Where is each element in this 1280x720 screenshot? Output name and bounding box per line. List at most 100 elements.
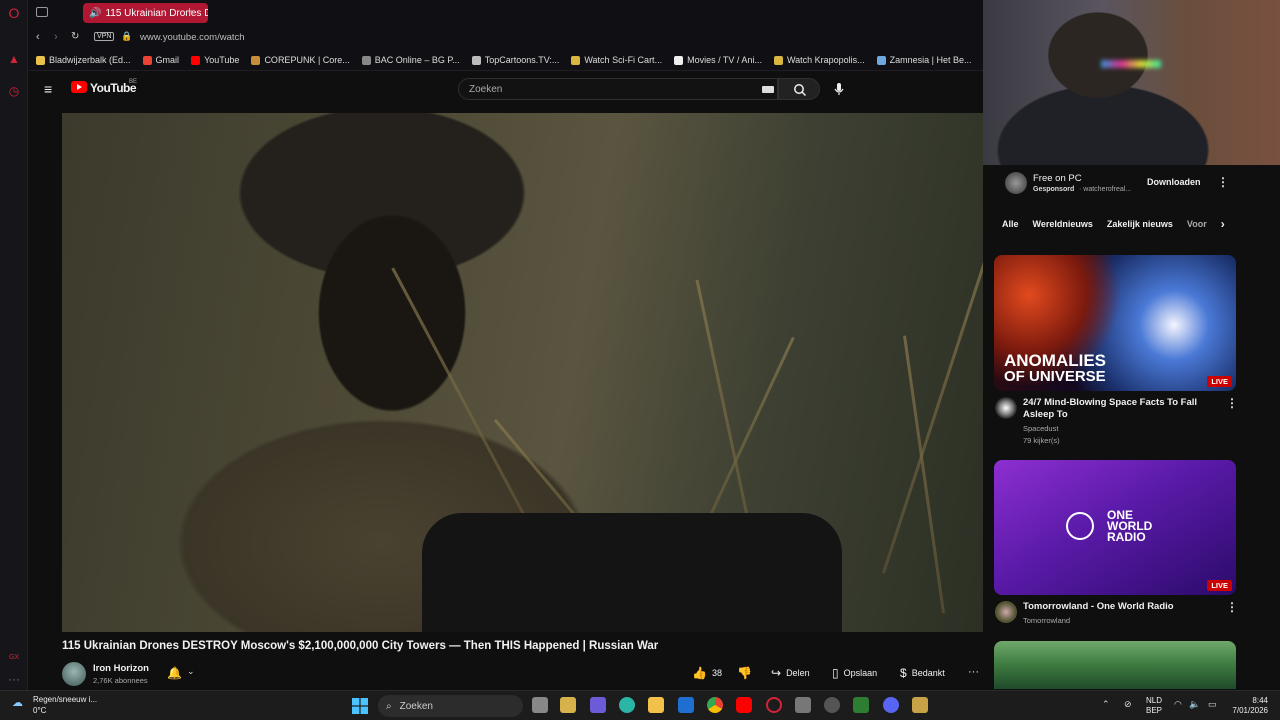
bookmark-item[interactable]: Bladwijzerbalk (Ed...: [36, 55, 131, 65]
share-label: Delen: [786, 668, 810, 678]
lang-2[interactable]: BEP: [1140, 706, 1162, 716]
microphone-icon: [834, 83, 844, 95]
volume-icon[interactable]: 🔈: [1189, 699, 1200, 710]
youtube-header: ≡ YouTube BE Zoeken: [28, 71, 983, 109]
sponsor-menu-icon[interactable]: ⋮: [1217, 175, 1229, 189]
gx-icon[interactable]: GX: [7, 651, 21, 665]
channel-name[interactable]: Spacedust: [1023, 424, 1058, 433]
chevron-right-icon[interactable]: ›: [1221, 217, 1225, 231]
bookmark-item[interactable]: TopCartoons.TV:...: [471, 55, 559, 65]
back-icon[interactable]: ‹: [36, 31, 40, 43]
bookmark-item[interactable]: Gmail: [142, 55, 179, 65]
tray-icon[interactable]: ⊘: [1124, 699, 1132, 710]
bookmark-item[interactable]: Movies / TV / Ani...: [674, 55, 762, 65]
excel-icon[interactable]: [853, 697, 869, 713]
menu-icon[interactable]: ≡: [44, 81, 52, 97]
wifi-icon[interactable]: ◠: [1174, 699, 1182, 710]
live-badge: LIVE: [1207, 580, 1232, 591]
save-button[interactable]: ▯ Opslaan: [832, 666, 877, 680]
chip-alle[interactable]: Alle: [1002, 219, 1019, 229]
like-button[interactable]: 👍 38: [692, 666, 722, 680]
bookmark-item[interactable]: Watch Sci-Fi Cart...: [571, 55, 662, 65]
chevron-down-icon[interactable]: ⌄: [187, 666, 195, 677]
sponsor-avatar: [1005, 172, 1027, 194]
vpn-badge[interactable]: VPN: [94, 32, 115, 41]
aria-icon[interactable]: ▲: [7, 52, 21, 66]
bookmark-item[interactable]: Zamnesia | Het Be...: [876, 55, 972, 65]
chrome-icon[interactable]: [707, 697, 723, 713]
share-icon: ↪: [771, 666, 782, 680]
chip-voor[interactable]: Voor: [1187, 219, 1207, 229]
sponsored-ad[interactable]: Free on PC Gesponsord · watcherofreal...…: [995, 168, 1235, 198]
bell-icon[interactable]: 🔔: [167, 666, 182, 680]
taskbar-search[interactable]: ⌕ Zoeken: [378, 695, 523, 717]
thumbnail-space[interactable]: ANOMALIES OF UNIVERSE LIVE: [994, 255, 1236, 391]
outlook-icon[interactable]: [678, 697, 694, 713]
clock-time[interactable]: 8:44: [1222, 696, 1268, 706]
clock-date[interactable]: 7/01/2026: [1222, 706, 1268, 716]
thumbnail-jungle[interactable]: [994, 641, 1236, 689]
calculator-icon[interactable]: [795, 697, 811, 713]
video-menu-icon[interactable]: ⋮: [1226, 396, 1238, 410]
bookmark-label: Watch Sci-Fi Cart...: [584, 55, 663, 65]
url-field[interactable]: www.youtube.com/watch: [140, 32, 245, 43]
chip-wereldnieuws[interactable]: Wereldnieuws: [1033, 219, 1093, 229]
video-player[interactable]: [62, 113, 983, 632]
store-icon[interactable]: [560, 697, 576, 713]
share-button[interactable]: ↪ Delen: [771, 666, 810, 680]
search-input[interactable]: Zoeken: [458, 78, 778, 100]
channel-avatar[interactable]: [995, 601, 1017, 623]
history-icon[interactable]: ◷: [7, 84, 21, 98]
league-icon[interactable]: [912, 697, 928, 713]
video-title-2[interactable]: Tomorrowland - One World Radio: [1023, 601, 1174, 613]
task-view-icon[interactable]: [532, 697, 548, 713]
tab-menu-icon[interactable]: [36, 7, 48, 17]
video-title-1a[interactable]: 24/7 Mind-Blowing Space Facts To Fall: [1023, 397, 1197, 409]
forward-icon[interactable]: ›: [54, 31, 58, 43]
chevron-up-icon[interactable]: ⌃: [1102, 699, 1110, 710]
sponsor-source: · watcherofreal...: [1079, 186, 1132, 193]
file-explorer-icon[interactable]: [648, 697, 664, 713]
bookmark-label: Bladwijzerbalk (Ed...: [49, 55, 131, 65]
opera-logo-icon[interactable]: O: [7, 6, 21, 20]
filter-chips: Alle Wereldnieuws Zakelijk nieuws Voor ›: [995, 214, 1235, 234]
new-tab-button[interactable]: +: [186, 4, 193, 18]
channel-avatar[interactable]: [995, 397, 1017, 419]
bookmark-item[interactable]: COREPUNK | Core...: [251, 55, 350, 65]
thumb-text-radio: RADIO: [1107, 530, 1146, 544]
youtube-logo-icon[interactable]: [71, 81, 87, 93]
thumbnail-radio[interactable]: ONE WORLD RADIO LIVE: [994, 460, 1236, 595]
reload-icon[interactable]: ↻: [71, 31, 79, 42]
bookmark-favicon-icon: [36, 55, 45, 65]
battery-icon[interactable]: ▭: [1208, 699, 1217, 710]
weather-text[interactable]: Regen/sneeuw i...: [33, 695, 97, 704]
video-title-1b[interactable]: Asleep To: [1023, 409, 1068, 421]
youtube-app-icon[interactable]: [736, 697, 752, 713]
bookmark-item[interactable]: BAC Online – BG P...: [361, 55, 460, 65]
thanks-icon: $: [900, 666, 907, 680]
dislike-button[interactable]: 👎: [737, 666, 757, 680]
chip-zakelijk-nieuws[interactable]: Zakelijk nieuws: [1107, 219, 1173, 229]
voice-search-button[interactable]: [830, 80, 848, 98]
weather-icon[interactable]: ☁: [12, 696, 23, 709]
lang-1[interactable]: NLD: [1140, 696, 1162, 706]
settings-app-icon[interactable]: [824, 697, 840, 713]
more-actions-button[interactable]: ···: [968, 666, 979, 678]
keyboard-icon[interactable]: [762, 86, 774, 93]
start-button[interactable]: [352, 698, 368, 714]
edge-icon[interactable]: [619, 697, 635, 713]
bookmark-item[interactable]: YouTube: [191, 55, 239, 65]
more-icon[interactable]: ···: [7, 672, 21, 686]
search-button[interactable]: [778, 78, 820, 100]
teams-icon[interactable]: [590, 697, 606, 713]
video-menu-icon[interactable]: ⋮: [1226, 600, 1238, 614]
channel-name[interactable]: Iron Horizon: [93, 663, 149, 674]
download-button[interactable]: Downloaden: [1147, 177, 1201, 187]
channel-avatar[interactable]: [62, 662, 86, 686]
opera-gx-icon[interactable]: [766, 697, 782, 713]
bookmark-favicon-icon: [361, 55, 371, 65]
discord-icon[interactable]: [883, 697, 899, 713]
bookmark-item[interactable]: Watch Krapopolis...: [773, 55, 865, 65]
thanks-button[interactable]: $ Bedankt: [900, 666, 945, 680]
channel-name[interactable]: Tomorrowland: [1023, 616, 1070, 625]
